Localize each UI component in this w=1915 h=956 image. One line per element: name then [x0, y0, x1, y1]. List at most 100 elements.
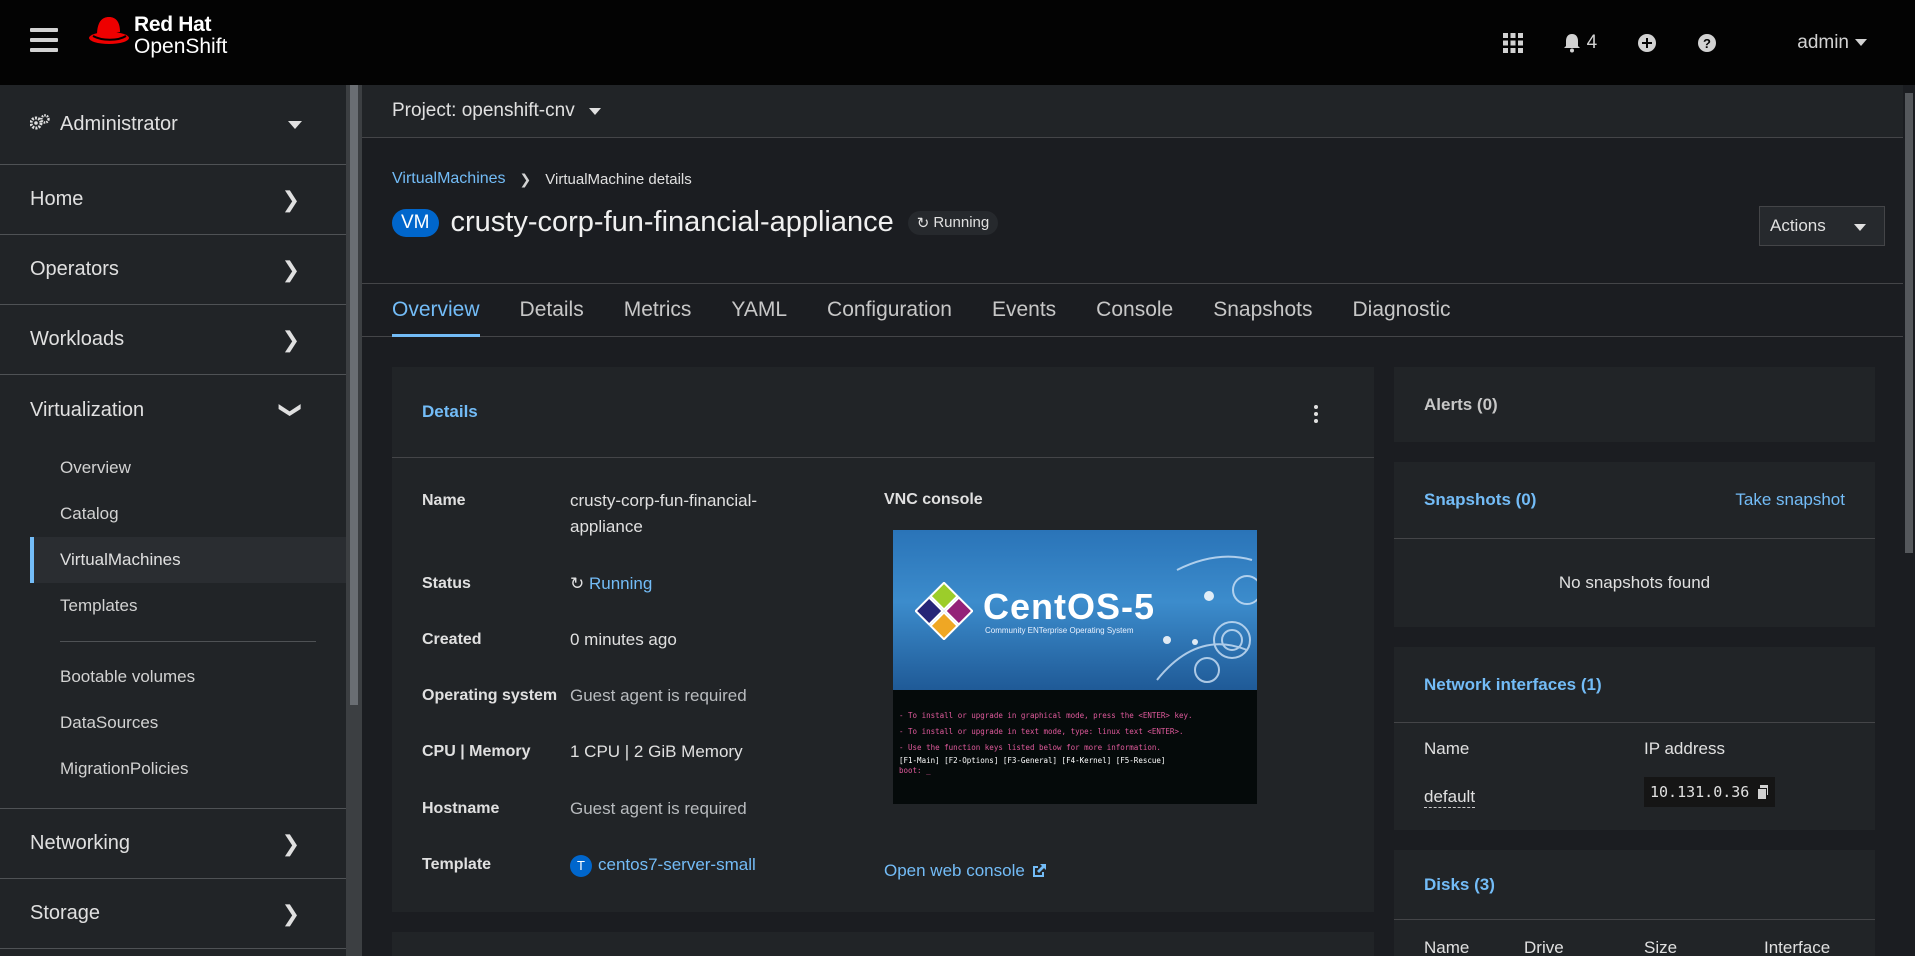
sidebar-item-bootable-volumes[interactable]: Bootable volumes: [0, 654, 346, 700]
page-title: crusty-corp-fun-financial-appliance: [450, 206, 894, 238]
chevron-right-icon: ❯: [281, 186, 300, 212]
breadcrumb-current: VirtualMachine details: [545, 170, 692, 188]
nav-section-workloads[interactable]: Workloads ❯: [0, 305, 346, 375]
column-header-ip: IP address: [1644, 739, 1725, 758]
vnc-line: [F1-Main] [F2-Options] [F3-General] [F4-…: [899, 756, 1166, 765]
open-web-console-label: Open web console: [884, 861, 1025, 880]
open-web-console-link[interactable]: Open web console: [884, 861, 1047, 881]
hamburger-menu-icon[interactable]: [30, 28, 58, 52]
nav-section-home[interactable]: Home ❯: [0, 165, 346, 235]
kebab-menu-icon[interactable]: [1314, 405, 1320, 423]
bell-icon: [1563, 33, 1580, 52]
sidebar-item-overview[interactable]: Overview: [0, 445, 346, 491]
project-selector[interactable]: Project: openshift-cnv: [362, 85, 1915, 138]
column-header-drive: Drive: [1524, 938, 1564, 956]
vnc-console-label: VNC console: [884, 491, 983, 508]
detail-label: Name: [422, 492, 466, 509]
nav-section-virtualization-toggle[interactable]: Virtualization ❯: [0, 375, 346, 445]
next-card: [392, 932, 1374, 956]
detail-value: crusty-corp-fun-financial-appliance: [570, 491, 758, 536]
detail-label: Status: [422, 575, 471, 592]
sidebar-scrollbar[interactable]: [346, 85, 362, 956]
nav-section-label: Operators: [30, 258, 119, 280]
chevron-right-icon: ❯: [519, 170, 532, 187]
tab-console[interactable]: Console: [1096, 284, 1173, 336]
scrollbar-thumb[interactable]: [1905, 93, 1913, 553]
tab-details[interactable]: Details: [520, 284, 584, 336]
snapshots-title-link[interactable]: Snapshots (0): [1424, 490, 1536, 510]
external-link-icon: [1032, 864, 1046, 877]
tab-yaml[interactable]: YAML: [731, 284, 787, 336]
take-snapshot-button[interactable]: Take snapshot: [1735, 490, 1845, 510]
nav-section-networking[interactable]: Networking ❯: [0, 809, 346, 879]
quick-create-icon[interactable]: [1637, 33, 1657, 53]
breadcrumb-link-virtualmachines[interactable]: VirtualMachines: [392, 170, 506, 188]
tab-overview[interactable]: Overview: [392, 284, 480, 337]
template-link[interactable]: centos7-server-small: [598, 855, 756, 874]
detail-label: Created: [422, 631, 482, 648]
vnc-line: - Use the function keys listed below for…: [899, 743, 1161, 752]
caret-down-icon: [1855, 39, 1867, 46]
vnc-terminal: - To install or upgrade in graphical mod…: [893, 690, 1257, 804]
sidebar-item-datasources[interactable]: DataSources: [0, 700, 346, 746]
app-launcher-icon[interactable]: [1502, 32, 1523, 53]
tab-events[interactable]: Events: [992, 284, 1056, 336]
project-label: Project: openshift-cnv: [392, 100, 575, 121]
network-interfaces-title-link[interactable]: Network interfaces (1): [1424, 675, 1602, 695]
chevron-right-icon: ❯: [281, 900, 300, 926]
alerts-title: Alerts (0): [1424, 394, 1498, 414]
disks-card: Disks (3) Name Drive Size Interface: [1394, 850, 1875, 956]
notifications-button[interactable]: 4: [1563, 31, 1598, 54]
tab-configuration[interactable]: Configuration: [827, 284, 952, 336]
disks-title-link[interactable]: Disks (3): [1424, 875, 1495, 895]
ip-address-value: 10.131.0.36: [1650, 783, 1750, 801]
sidebar-item-virtualmachines[interactable]: VirtualMachines: [30, 537, 346, 583]
copy-icon[interactable]: [1757, 785, 1769, 800]
vm-resource-badge: VM: [392, 208, 439, 237]
redhat-hat-icon: [89, 17, 129, 44]
perspective-switcher[interactable]: Administrator: [0, 85, 346, 165]
brand-line1: Red Hat: [134, 13, 212, 36]
actions-label: Actions: [1770, 216, 1826, 235]
actions-dropdown[interactable]: Actions: [1759, 206, 1885, 246]
details-card-title[interactable]: Details: [422, 402, 478, 422]
chevron-right-icon: ❯: [281, 256, 300, 282]
status-label: Running: [933, 214, 990, 231]
caret-down-icon: [288, 120, 302, 129]
nav-section-label: Storage: [30, 902, 101, 924]
notifications-count: 4: [1586, 31, 1598, 53]
chevron-down-icon: ❯: [278, 400, 304, 420]
redhat-openshift-logo[interactable]: Red Hat OpenShift: [88, 14, 227, 58]
sidebar: Administrator Home ❯ Operators ❯ Workloads…: [0, 85, 346, 956]
vnc-brand-sub: Community ENTerprise Operating System: [985, 626, 1134, 635]
scrollbar-thumb[interactable]: [350, 85, 358, 705]
nav-section-operators[interactable]: Operators ❯: [0, 235, 346, 305]
tab-snapshots[interactable]: Snapshots: [1213, 284, 1312, 336]
masthead: Red Hat OpenShift 4 ? admin: [0, 0, 1915, 85]
nav-section-label: Networking: [30, 832, 131, 854]
sidebar-item-templates[interactable]: Templates: [0, 583, 346, 629]
interface-name[interactable]: default: [1424, 787, 1476, 808]
main-scrollbar[interactable]: [1903, 85, 1915, 956]
details-card: Details Name crusty-corp-fun-financial-a…: [392, 367, 1374, 912]
nav-section-storage[interactable]: Storage ❯: [0, 879, 346, 949]
nav-divider: [60, 641, 316, 642]
vnc-console-thumbnail[interactable]: CentOS-5 Community ENTerprise Operating …: [893, 530, 1257, 804]
user-menu[interactable]: admin: [1797, 32, 1867, 54]
help-icon[interactable]: ?: [1697, 33, 1717, 53]
detail-value: 1 CPU | 2 GiB Memory: [570, 742, 743, 761]
detail-label: Operating system: [422, 687, 558, 704]
tab-metrics[interactable]: Metrics: [624, 284, 692, 336]
sidebar-item-catalog[interactable]: Catalog: [0, 491, 346, 537]
tab-diagnostic[interactable]: Diagnostic: [1352, 284, 1450, 336]
detail-label: Template: [422, 856, 492, 873]
sync-icon: ↻: [570, 574, 585, 593]
brand-line2: OpenShift: [134, 35, 228, 58]
nav-section-label: Workloads: [30, 328, 125, 350]
centos-logo-icon: [915, 582, 973, 640]
nav-section-label: Virtualization: [30, 398, 145, 421]
status-link[interactable]: Running: [589, 574, 652, 593]
sidebar-item-migrationpolicies[interactable]: MigrationPolicies: [0, 746, 346, 792]
detail-label: CPU | Memory: [422, 743, 531, 760]
chevron-right-icon: ❯: [281, 326, 300, 352]
